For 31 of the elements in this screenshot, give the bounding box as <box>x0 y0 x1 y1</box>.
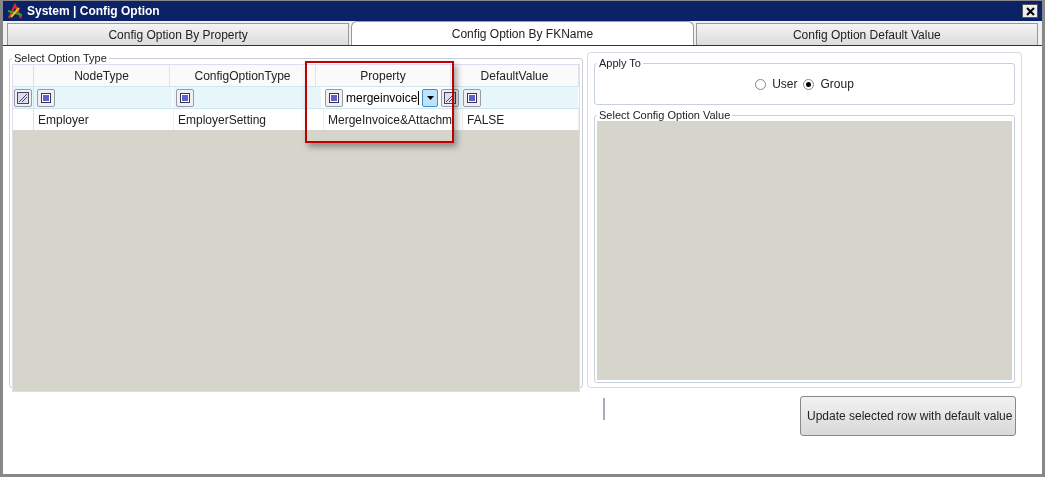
column-header[interactable]: ConfigOptionType <box>170 65 316 86</box>
column-header[interactable]: NodeType <box>34 65 170 86</box>
tab[interactable]: Config Option By FKName <box>351 21 694 45</box>
window-title: System | Config Option <box>27 4 161 18</box>
radio-button[interactable] <box>803 78 815 90</box>
column-header[interactable]: Property <box>316 65 451 86</box>
logo-icon <box>7 3 23 19</box>
group-title: Apply To <box>598 57 642 69</box>
radio-button[interactable] <box>755 78 767 90</box>
filter-operator-button[interactable] <box>176 88 194 107</box>
filter-operator-button[interactable] <box>37 88 55 107</box>
tab[interactable]: Config Option Default Value <box>695 23 1038 45</box>
radio-option[interactable]: Group <box>803 77 854 91</box>
text-cursor <box>603 398 605 420</box>
group-title: Select Option Type <box>13 52 108 64</box>
column-header[interactable]: DefaultValue <box>451 65 579 86</box>
square-icon <box>467 92 477 103</box>
dropdown-button[interactable] <box>422 88 438 107</box>
close-icon <box>1025 6 1035 16</box>
group-title: Select Config Option Value <box>598 109 732 121</box>
filter-clear-button[interactable] <box>14 88 32 107</box>
close-button[interactable] <box>1022 4 1038 18</box>
filter-operator-button[interactable] <box>325 88 343 107</box>
update-button[interactable]: Update selected row with default value <box>800 396 1016 436</box>
filter-operator-button[interactable] <box>463 88 481 107</box>
square-icon <box>41 92 51 103</box>
square-icon <box>329 92 339 103</box>
square-icon <box>180 92 190 103</box>
tab[interactable]: Config Option By Property <box>7 23 350 45</box>
caret-icon <box>426 95 434 100</box>
radio-option[interactable]: User <box>755 77 798 91</box>
